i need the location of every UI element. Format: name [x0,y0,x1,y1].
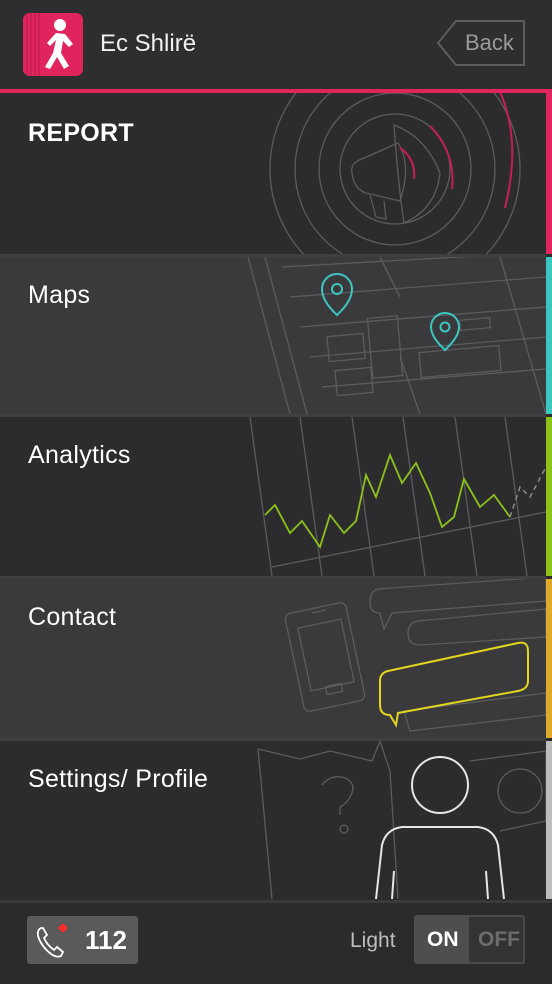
menu-item-label: Maps [28,281,91,309]
menu-item-label: Contact [28,603,117,631]
emergency-phone-icon [36,924,67,958]
menu-item-contact[interactable]: Contact [0,579,546,738]
menu-item-maps[interactable]: Maps [0,257,546,414]
analytics-color-stripe [546,417,552,576]
contact-color-stripe [546,579,552,738]
light-label: Light [350,929,396,952]
toggle-off-label[interactable]: OFF [478,928,520,952]
walking-person-logo-icon [23,13,83,76]
report-color-stripe [546,93,552,254]
menu-item-label: Analytics [28,441,131,469]
menu-item-report[interactable]: REPORT [0,93,546,254]
menu-item-settings-profile[interactable]: Settings/ Profile [0,741,546,899]
app-title: Ec Shlirë [100,30,197,57]
maps-color-stripe [546,257,552,414]
menu-item-analytics[interactable]: Analytics [0,417,546,576]
emergency-number[interactable]: 112 [85,925,127,956]
toggle-on-label[interactable]: ON [427,928,459,952]
menu-item-label: Settings/ Profile [28,765,209,793]
menu-item-label: REPORT [28,119,134,147]
back-button-label[interactable]: Back [465,30,514,56]
megaphone-icon [269,93,521,254]
settings-color-stripe [546,741,552,899]
